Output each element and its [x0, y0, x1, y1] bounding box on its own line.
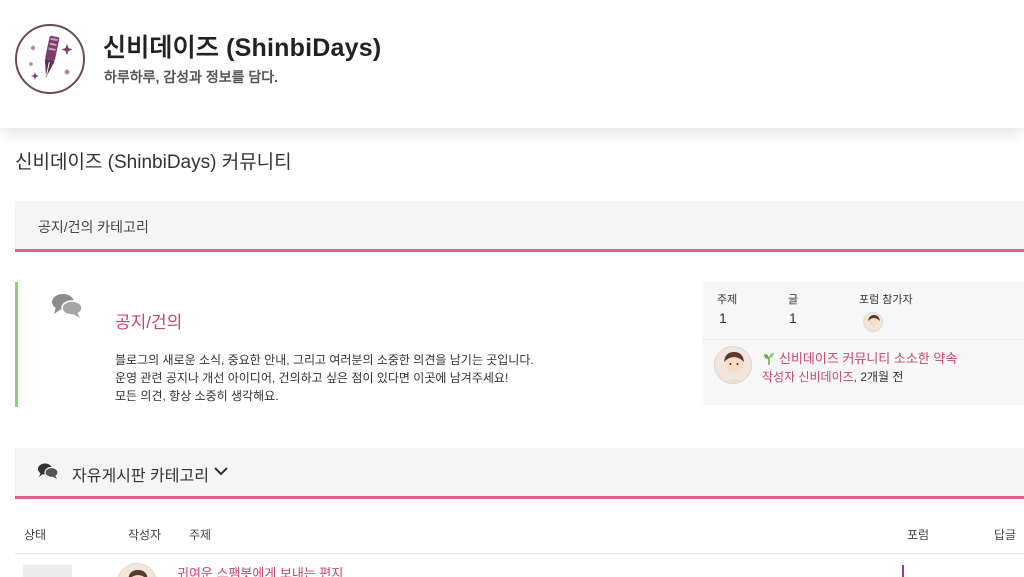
table-header-divider	[15, 553, 1024, 554]
forum-name-link[interactable]: 공지/건의	[115, 308, 182, 333]
chevron-down-icon[interactable]	[213, 464, 229, 482]
last-post-time: , 2개월 전	[853, 370, 904, 384]
last-post-meta: 작성자 신비데이즈, 2개월 전	[762, 368, 903, 385]
site-logo[interactable]	[15, 24, 85, 94]
participant-avatar[interactable]	[863, 312, 883, 332]
forum-status-bar	[15, 282, 18, 407]
forum-description-line: 모든 의견, 항상 소중히 생각해요.	[115, 389, 279, 403]
site-header: 신비데이즈 (ShinbiDays) 하루하루, 감성과 정보를 담다.	[0, 0, 1024, 128]
posts-count-label: 글	[788, 294, 799, 306]
chat-bubbles-icon	[37, 462, 59, 485]
forum-description-line: 운영 관련 공지나 개선 아이디어, 건의하고 싶은 점이 있다면 이곳에 남겨…	[115, 371, 509, 385]
category-header-free-board[interactable]: 자유게시판 카테고리	[15, 448, 1024, 499]
forum-description-line: 블로그의 새로운 소식, 중요한 안내, 그리고 여러분의 소중한 의견을 남기…	[115, 353, 534, 367]
sprout-icon	[763, 352, 775, 368]
topic-status-thumbnail	[23, 565, 72, 577]
topic-title-link[interactable]: 귀여운 스팸봇에게 보내는 편지	[177, 563, 343, 577]
category-header-notice[interactable]: 공지/건의 카테고리	[15, 201, 1024, 252]
last-post-topic-text: 신비데이즈 커뮤니티 소소한 약속	[779, 351, 958, 366]
topics-count-value: 1	[719, 310, 727, 326]
forum-stats-panel: 주제 1 글 1 포럼 참가자 신비데이즈 커뮤니티 소소한 약속 작성자 신비…	[703, 282, 1024, 405]
column-header-topic: 주제	[189, 528, 212, 542]
page-title: 신비데이즈 (ShinbiDays) 커뮤니티	[15, 152, 292, 173]
last-post-author-link[interactable]: 작성자 신비데이즈	[762, 370, 854, 384]
last-post-topic-link[interactable]: 신비데이즈 커뮤니티 소소한 약속	[763, 348, 957, 368]
chat-bubbles-icon	[50, 290, 84, 325]
topic-author-avatar[interactable]	[117, 563, 157, 577]
posts-count-value: 1	[789, 310, 797, 326]
last-post-avatar[interactable]	[714, 346, 752, 384]
fountain-pen-logo	[29, 35, 73, 80]
site-tagline: 하루하루, 감성과 정보를 담다.	[104, 69, 279, 85]
participants-label: 포럼 참가자	[859, 294, 913, 306]
column-header-forum: 포럼	[907, 528, 930, 542]
topics-count-label: 주제	[717, 294, 738, 306]
category-label: 자유게시판 카테고리	[72, 468, 209, 485]
forum-description: 블로그의 새로운 소식, 중요한 안내, 그리고 여러분의 소중한 의견을 남기…	[115, 351, 675, 405]
stats-divider	[703, 339, 1024, 340]
category-label: 공지/건의 카테고리	[38, 219, 149, 235]
column-header-author: 작성자	[128, 528, 162, 542]
column-header-status: 상태	[24, 528, 47, 542]
site-title[interactable]: 신비데이즈 (ShinbiDays)	[103, 28, 381, 64]
column-header-replies: 답글	[994, 528, 1017, 542]
forum-color-marker	[902, 565, 904, 577]
